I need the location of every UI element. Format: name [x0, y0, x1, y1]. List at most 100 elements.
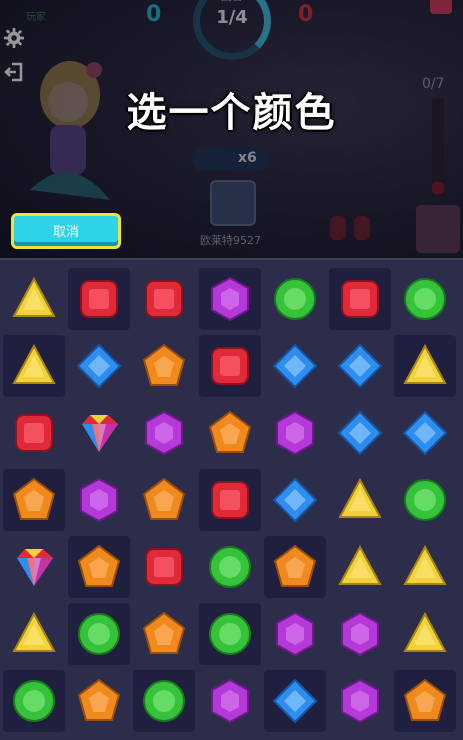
gem-cell-red[interactable] [133, 536, 195, 598]
gem-cell-orange[interactable] [3, 469, 65, 531]
gem-cell-blue[interactable] [264, 469, 326, 531]
gem-cell-yellow[interactable] [3, 268, 65, 330]
gem-cell-red[interactable] [3, 402, 65, 464]
gem-cell-green[interactable] [3, 670, 65, 732]
gem-cell-orange[interactable] [68, 536, 131, 598]
gem-cell-yellow[interactable] [394, 536, 456, 598]
gem-cell-yellow[interactable] [329, 536, 391, 598]
gem-cell-purple[interactable] [68, 469, 130, 531]
gem-cell-red[interactable] [68, 268, 131, 330]
orange-gem-icon [404, 678, 447, 721]
yellow-gem-icon [12, 343, 56, 384]
orange-gem-icon [208, 410, 251, 453]
orange-gem-icon [143, 611, 186, 654]
gem-cell-orange[interactable] [394, 670, 457, 732]
orange-gem-icon [78, 544, 121, 587]
blue-gem-icon [402, 410, 448, 456]
gem-cell-red[interactable] [329, 268, 391, 330]
gem-cell-green[interactable] [68, 603, 131, 665]
purple-gem-icon [145, 410, 184, 456]
gem-cell-purple[interactable] [133, 402, 195, 464]
gem-cell-orange[interactable] [133, 469, 195, 531]
blue-gem-icon [272, 678, 318, 724]
blue-gem-icon [337, 410, 383, 456]
gem-cell-yellow[interactable] [3, 335, 65, 397]
orange-gem-icon [12, 477, 56, 520]
gem-cell-orange[interactable] [68, 670, 130, 732]
gem-cell-red[interactable] [198, 469, 261, 531]
green-gem-icon [404, 479, 447, 521]
gem-cell-orange[interactable] [133, 603, 195, 665]
gem-cell-blue[interactable] [263, 670, 326, 732]
gem-cell-rainbow[interactable] [68, 402, 130, 464]
gem-cell-green[interactable] [198, 603, 261, 665]
gem-cell-green[interactable] [394, 268, 456, 330]
gem-cell-blue[interactable] [329, 402, 391, 464]
orange-gem-icon [143, 477, 186, 520]
rainbow-gem-icon [82, 415, 119, 452]
green-gem-icon [208, 546, 251, 588]
gem-cell-purple[interactable] [329, 603, 391, 665]
purple-gem-icon [341, 611, 379, 657]
blue-gem-icon [76, 343, 122, 389]
purple-gem-icon [210, 276, 249, 322]
red-gem-icon [80, 280, 119, 318]
green-gem-icon [208, 613, 251, 655]
gem-cell-blue[interactable] [394, 402, 456, 464]
gem-cell-yellow[interactable] [394, 335, 457, 397]
gem-cell-yellow[interactable] [394, 603, 456, 665]
blue-gem-icon [272, 343, 318, 389]
orange-gem-icon [78, 678, 121, 721]
green-gem-icon [78, 613, 121, 655]
green-gem-icon [273, 278, 316, 320]
gem-cell-rainbow[interactable] [3, 536, 65, 598]
gem-cell-green[interactable] [133, 670, 196, 732]
gem-cell-purple[interactable] [198, 268, 261, 330]
yellow-gem-icon [12, 276, 56, 317]
gem-cell-blue[interactable] [264, 335, 326, 397]
red-gem-icon [341, 280, 379, 318]
gem-cell-purple[interactable] [264, 603, 326, 665]
purple-gem-icon [80, 477, 119, 523]
gem-cell-orange[interactable] [263, 536, 326, 598]
yellow-gem-icon [338, 544, 382, 585]
purple-gem-icon [275, 611, 314, 657]
gem-cell-green[interactable] [264, 268, 326, 330]
gem-cell-orange[interactable] [133, 335, 195, 397]
orange-gem-icon [143, 343, 186, 386]
gem-cell-green[interactable] [394, 469, 456, 531]
purple-gem-icon [210, 678, 249, 724]
gem-cell-purple[interactable] [264, 402, 326, 464]
yellow-gem-icon [12, 611, 56, 652]
gem-cell-blue[interactable] [68, 335, 130, 397]
orange-gem-icon [273, 544, 316, 587]
green-gem-icon [13, 680, 55, 722]
blue-gem-icon [272, 477, 318, 523]
red-gem-icon [210, 481, 249, 519]
yellow-gem-icon [338, 477, 382, 518]
yellow-gem-icon [403, 611, 447, 652]
red-gem-icon [145, 548, 184, 586]
red-gem-icon [210, 347, 249, 385]
gem-cell-orange[interactable] [199, 402, 261, 464]
green-gem-icon [143, 680, 186, 722]
gem-cell-yellow[interactable] [329, 469, 391, 531]
red-gem-icon [145, 280, 184, 318]
gem-cell-blue[interactable] [329, 335, 391, 397]
gem-cell-purple[interactable] [199, 670, 261, 732]
yellow-gem-icon [403, 544, 447, 585]
choose-color-prompt: 选一个颜色 [126, 90, 337, 136]
gem-cell-red[interactable] [198, 335, 261, 397]
gem-cell-green[interactable] [199, 536, 261, 598]
gem-cell-yellow[interactable] [3, 603, 65, 665]
gem-board [0, 258, 463, 740]
game-header: 玩家 0 0 回合 1/4 [0, 0, 463, 258]
gem-cell-purple[interactable] [329, 670, 391, 732]
rainbow-gem-icon [17, 549, 53, 586]
green-gem-icon [404, 278, 447, 320]
purple-gem-icon [275, 410, 314, 456]
cancel-button[interactable]: 取消 [11, 213, 121, 249]
red-gem-icon [15, 414, 53, 452]
gem-cell-red[interactable] [133, 268, 195, 330]
yellow-gem-icon [403, 343, 447, 384]
